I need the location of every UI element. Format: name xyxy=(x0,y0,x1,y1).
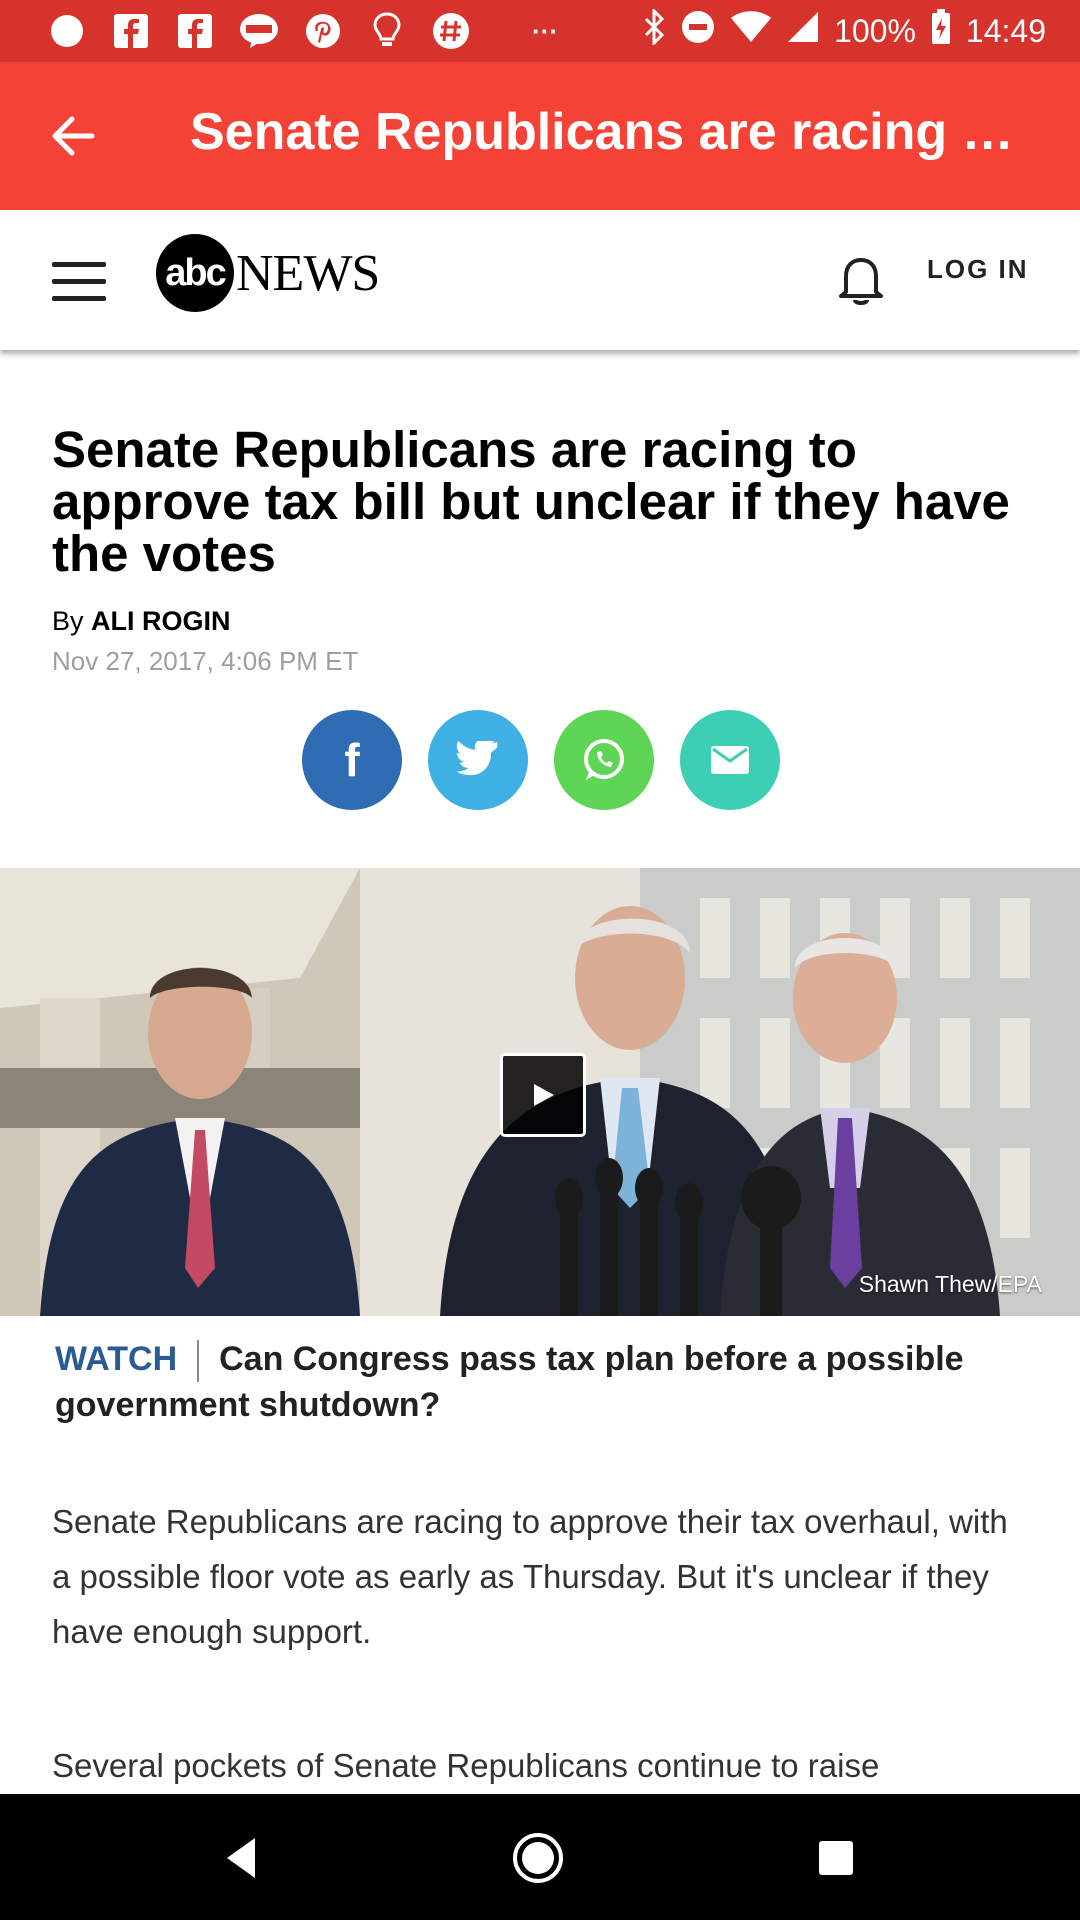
menu-icon[interactable] xyxy=(52,262,106,302)
video-caption[interactable]: WATCH Can Congress pass tax plan before a… xyxy=(55,1336,1015,1428)
logo-word: NEWS xyxy=(236,244,380,302)
bluetooth-icon xyxy=(642,7,666,53)
byline: By ALI ROGIN xyxy=(52,606,231,637)
article-paragraph: Senate Republicans are racing to approve… xyxy=(52,1503,1008,1650)
email-share-button[interactable] xyxy=(680,710,780,810)
facebook-icon xyxy=(174,10,216,52)
chat-bubble-icon xyxy=(46,10,88,52)
hashtag-icon xyxy=(430,10,472,52)
abc-news-logo[interactable]: abc NEWS xyxy=(156,234,380,312)
hero-video-thumbnail[interactable]: Shawn Thew/EPA xyxy=(0,868,1080,1316)
battery-charging-icon xyxy=(930,8,952,54)
play-button[interactable] xyxy=(500,1053,586,1137)
bell-icon[interactable] xyxy=(836,252,886,308)
site-header: abc NEWS LOG IN xyxy=(0,210,1080,350)
notification-icons: ··· xyxy=(46,10,566,52)
twitter-share-button[interactable] xyxy=(428,710,528,810)
overflow-dots: ··· xyxy=(532,15,558,46)
navigation-bar xyxy=(0,1794,1080,1920)
app-bar-title: Senate Republicans are racing to... xyxy=(190,103,1030,161)
publish-date: Nov 27, 2017, 4:06 PM ET xyxy=(52,646,359,676)
do-not-disturb-icon xyxy=(680,9,716,53)
back-arrow-icon[interactable] xyxy=(44,106,104,166)
pinterest-icon xyxy=(302,10,344,52)
wifi-icon xyxy=(730,10,772,52)
facebook-share-button[interactable]: f xyxy=(302,710,402,810)
share-buttons: f xyxy=(302,710,780,810)
system-status: 100% 14:49 xyxy=(642,7,1046,54)
caption-divider xyxy=(197,1340,200,1383)
whatsapp-icon xyxy=(584,739,624,780)
back-icon[interactable] xyxy=(215,1830,271,1886)
article-headline: Senate Republicans are racing to approve… xyxy=(52,421,1010,582)
home-icon[interactable] xyxy=(510,1830,566,1886)
photo-credit: Shawn Thew/EPA xyxy=(858,1271,1042,1297)
email-icon xyxy=(711,746,749,774)
twitter-icon xyxy=(456,741,498,776)
status-bar: ··· 100% 14:49 xyxy=(0,0,1080,62)
byline-prefix: By xyxy=(52,606,84,636)
play-icon xyxy=(534,1084,554,1106)
lightbulb-icon xyxy=(366,10,408,52)
signal-icon xyxy=(786,10,820,52)
app-bar: Senate Republicans are racing to... xyxy=(0,62,1080,210)
article-paragraph: Several pockets of Senate Republicans co… xyxy=(52,1747,880,1784)
author-link[interactable]: ALI ROGIN xyxy=(91,606,231,636)
watch-label: WATCH xyxy=(55,1340,178,1378)
battery-percent: 100% xyxy=(834,12,916,49)
whatsapp-share-button[interactable] xyxy=(554,710,654,810)
recents-icon[interactable] xyxy=(808,1830,864,1886)
login-link[interactable]: LOG IN xyxy=(927,254,1029,285)
facebook-icon: f xyxy=(344,734,360,786)
video-caption-text: Can Congress pass tax plan before a poss… xyxy=(55,1340,964,1425)
facebook-icon xyxy=(110,10,152,52)
line-icon xyxy=(238,10,280,52)
clock: 14:49 xyxy=(965,12,1046,49)
logo-circle: abc xyxy=(156,234,234,312)
